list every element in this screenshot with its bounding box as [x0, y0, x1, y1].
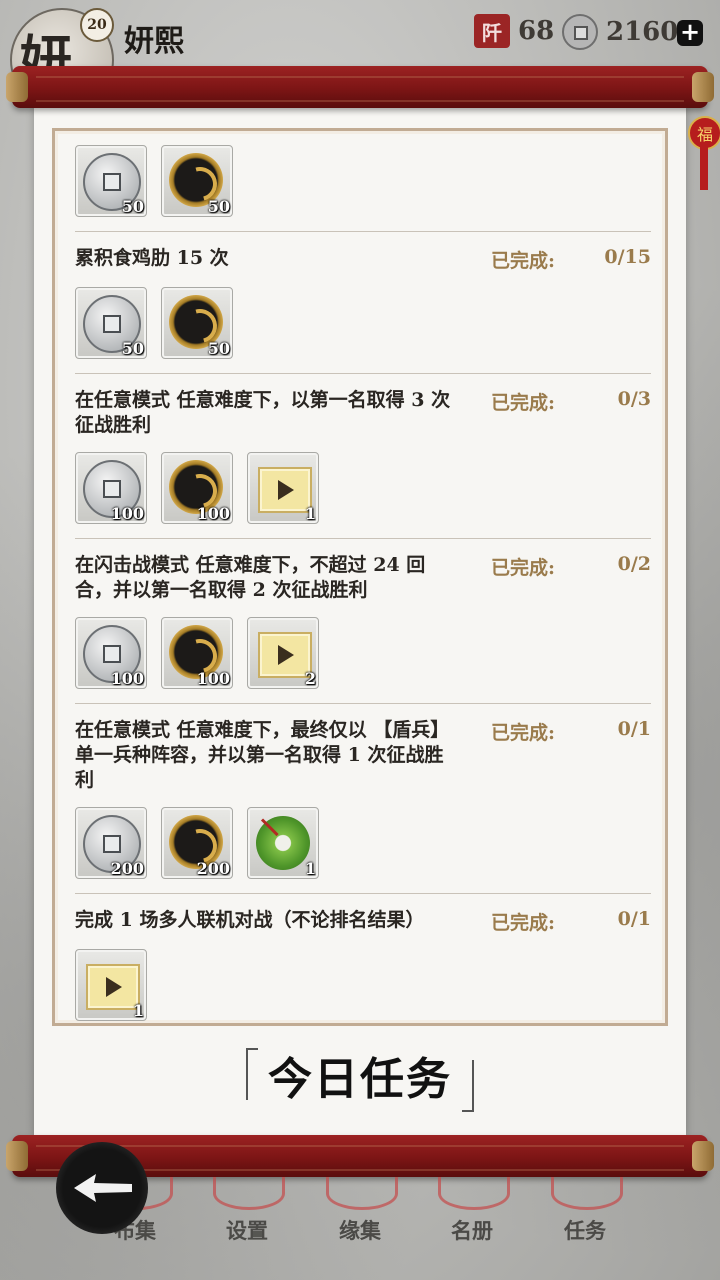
- reward-count: 50: [207, 197, 230, 216]
- daily-tasks-title: 今日任务: [268, 1054, 452, 1105]
- task-status: 已完成: 0/1: [491, 718, 651, 793]
- reward-list: 100 100 1: [75, 452, 651, 524]
- jade-icon: [256, 816, 310, 870]
- task-title: 累积食鸡肋 15 次: [75, 247, 229, 269]
- nav-decoration-icon: [551, 1177, 623, 1210]
- reward-count: 50: [207, 339, 230, 358]
- reward-list: 50 50: [75, 287, 651, 359]
- reward-gold-coin[interactable]: 100: [161, 617, 233, 689]
- reward-gold-coin[interactable]: 50: [161, 145, 233, 217]
- task-progress: 0/15: [604, 246, 651, 268]
- task-status: 已完成: 0/1: [491, 908, 651, 935]
- reward-count: 1: [304, 504, 316, 523]
- fortune-charm-icon[interactable]: 福: [688, 116, 720, 150]
- reward-count: 100: [196, 504, 230, 523]
- task-title: 完成 1 场多人联机对战（不论排名结果）: [75, 909, 425, 931]
- reward-silver-coin[interactable]: 50: [75, 145, 147, 217]
- player-level-badge: 20: [80, 8, 114, 42]
- nav-label: 缘集: [339, 1218, 381, 1243]
- reward-count: 1: [132, 1001, 144, 1020]
- task-status-label: 已完成:: [491, 722, 556, 744]
- reward-count: 200: [110, 859, 144, 878]
- reward-gold-coin[interactable]: 100: [161, 452, 233, 524]
- task-item: 完成 1 场多人联机对战（不论排名结果） 已完成: 0/1 1: [75, 893, 651, 1023]
- task-item: 在任意模式 任意难度下，最终仅以 【盾兵】 单一兵种阵容，并以第一名取得 1 次…: [75, 703, 651, 893]
- player-name: 妍熙: [124, 24, 184, 59]
- reward-list: 50 50: [75, 145, 651, 217]
- tower-icon: 阡: [474, 14, 510, 48]
- coin-icon: [562, 14, 598, 50]
- nav-label: 任务: [564, 1218, 606, 1243]
- reward-ticket[interactable]: 1: [247, 452, 319, 524]
- task-item: 在任意模式 任意难度下，以第一名取得 3 次征战胜利 已完成: 0/3 100 …: [75, 373, 651, 538]
- resource-coin-value: 2160: [606, 17, 679, 47]
- resource-tower: 阡 68: [474, 14, 554, 48]
- reward-count: 100: [110, 669, 144, 688]
- nav-label: 名册: [451, 1218, 493, 1243]
- task-title: 在闪击战模式 任意难度下，不超过 24 回合，并以第一名取得 2 次征战胜利: [75, 554, 426, 601]
- reward-jade[interactable]: 1: [247, 807, 319, 879]
- task-status: 已完成: 0/3: [491, 388, 651, 438]
- reward-count: 100: [196, 669, 230, 688]
- task-list-frame[interactable]: 50 50 累积食鸡肋 15 次 已完成: 0/15 50 50 在任意模式 任…: [52, 128, 668, 1026]
- reward-list: 200 200 1: [75, 807, 651, 879]
- task-title: 在任意模式 任意难度下，最终仅以 【盾兵】 单一兵种阵容，并以第一名取得 1 次…: [75, 719, 450, 791]
- task-progress: 0/1: [617, 908, 651, 930]
- reward-silver-coin[interactable]: 50: [75, 287, 147, 359]
- nav-label: 设置: [226, 1218, 268, 1243]
- task-progress: 0/2: [617, 553, 651, 575]
- nav-decoration-icon: [213, 1177, 285, 1210]
- task-title: 在任意模式 任意难度下，以第一名取得 3 次征战胜利: [75, 389, 451, 436]
- nav-decoration-icon: [326, 1177, 398, 1210]
- reward-silver-coin[interactable]: 100: [75, 617, 147, 689]
- reward-gold-coin[interactable]: 200: [161, 807, 233, 879]
- reward-count: 1: [304, 859, 316, 878]
- resource-tower-value: 68: [518, 16, 555, 46]
- task-item: 累积食鸡肋 15 次 已完成: 0/15 50 50: [75, 231, 651, 373]
- task-scroll-paper: 50 50 累积食鸡肋 15 次 已完成: 0/15 50 50 在任意模式 任…: [34, 106, 686, 1136]
- task-status-label: 已完成:: [491, 912, 556, 934]
- reward-gold-coin[interactable]: 50: [161, 287, 233, 359]
- nav-item-bonds[interactable]: 缘集: [310, 1175, 410, 1265]
- task-progress: 0/1: [617, 718, 651, 740]
- reward-list: 1: [75, 949, 651, 1021]
- reward-ticket[interactable]: 1: [75, 949, 147, 1021]
- task-progress: 0/3: [617, 388, 651, 410]
- reward-count: 100: [110, 504, 144, 523]
- reward-count: 2: [304, 669, 316, 688]
- reward-count: 50: [121, 339, 144, 358]
- back-arrow-icon: [74, 1174, 132, 1202]
- task-status-label: 已完成:: [491, 250, 556, 272]
- title-bracket-right: [462, 1060, 474, 1112]
- nav-item-tasks[interactable]: 任务: [535, 1175, 635, 1265]
- task-item: 在闪击战模式 任意难度下，不超过 24 回合，并以第一名取得 2 次征战胜利 已…: [75, 538, 651, 703]
- reward-silver-coin[interactable]: 100: [75, 452, 147, 524]
- task-status-label: 已完成:: [491, 392, 556, 414]
- nav-decoration-icon: [438, 1177, 510, 1210]
- reward-list: 100 100 2: [75, 617, 651, 689]
- task-status: 已完成: 0/2: [491, 553, 651, 603]
- task-list[interactable]: 50 50 累积食鸡肋 15 次 已完成: 0/15 50 50 在任意模式 任…: [75, 131, 651, 1023]
- task-item: 50 50: [75, 131, 651, 231]
- reward-silver-coin[interactable]: 200: [75, 807, 147, 879]
- reward-count: 50: [121, 197, 144, 216]
- reward-count: 200: [196, 859, 230, 878]
- task-status: 已完成: 0/15: [491, 246, 651, 273]
- charm-tassel: [700, 146, 708, 190]
- task-status-label: 已完成:: [491, 557, 556, 579]
- add-resource-button[interactable]: +: [677, 20, 703, 46]
- scroll-rod-top: [6, 66, 714, 108]
- nav-item-settings[interactable]: 设置: [197, 1175, 297, 1265]
- nav-item-roster[interactable]: 名册: [422, 1175, 522, 1265]
- back-button[interactable]: [56, 1142, 148, 1234]
- resource-coin: 2160: [562, 14, 678, 50]
- reward-ticket[interactable]: 2: [247, 617, 319, 689]
